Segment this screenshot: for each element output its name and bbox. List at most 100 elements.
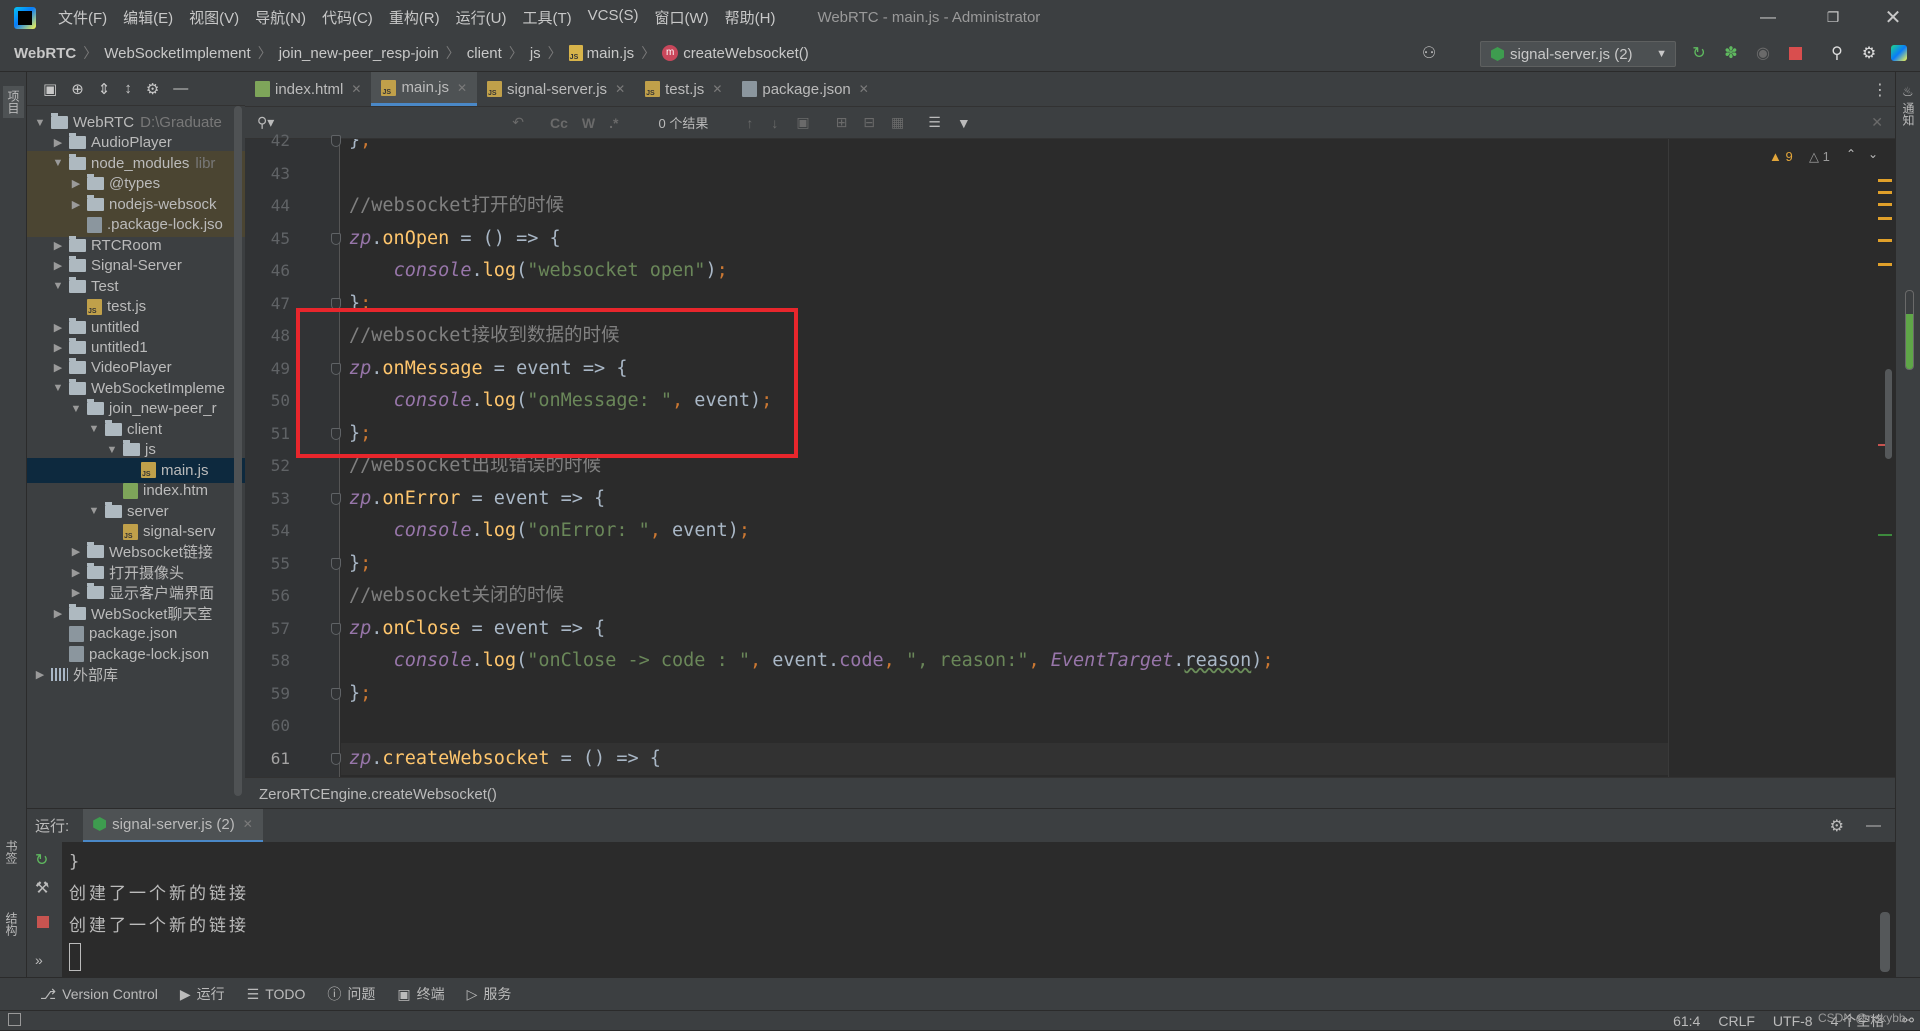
close-tab-icon[interactable]: ✕ xyxy=(243,817,253,831)
tree-collapsed-chevron-icon[interactable]: ▶ xyxy=(51,259,65,272)
project-tool-tab[interactable]: 项目 xyxy=(3,86,24,118)
restore-icon[interactable]: ❐ xyxy=(1810,0,1856,35)
fold-marker-icon[interactable] xyxy=(331,752,341,765)
run-tab[interactable]: signal-server.js (2) ✕ xyxy=(83,808,263,843)
toggle-tool-windows-icon[interactable] xyxy=(8,1013,21,1026)
match-case-toggle[interactable]: Cc xyxy=(550,115,568,131)
close-tab-icon[interactable]: ✕ xyxy=(859,82,869,96)
tree-expanded-chevron-icon[interactable]: ▼ xyxy=(51,382,65,394)
project-view-icon[interactable]: ▣ xyxy=(43,80,57,98)
warning-marker[interactable] xyxy=(1878,191,1892,194)
more-actions-icon[interactable]: » xyxy=(35,952,43,968)
close-find-icon[interactable]: ✕ xyxy=(1871,114,1883,131)
select-all-occurrences-icon[interactable]: ▣ xyxy=(796,114,809,131)
next-occurrence-icon[interactable]: ↓ xyxy=(771,115,778,131)
breadcrumb-item[interactable]: WebSocketImplement xyxy=(104,45,250,62)
console-input-caret[interactable] xyxy=(69,943,81,971)
tree-collapsed-chevron-icon[interactable]: ▶ xyxy=(69,566,83,579)
previous-problem-icon[interactable]: ⌃ xyxy=(1846,147,1856,161)
tree-collapsed-chevron-icon[interactable]: ▶ xyxy=(51,239,65,252)
menu-item[interactable]: 编辑(E) xyxy=(115,7,181,28)
console-scrollbar[interactable] xyxy=(1880,912,1890,972)
menu-item[interactable]: 运行(U) xyxy=(448,7,515,28)
tree-collapsed-chevron-icon[interactable]: ▶ xyxy=(69,545,83,558)
notifications-tool-tab[interactable]: 通知 xyxy=(1900,102,1917,126)
editor-tab[interactable]: main.js ✕ xyxy=(371,72,478,106)
stop-icon[interactable] xyxy=(37,916,49,928)
services-tab[interactable]: ▷ 服务 xyxy=(467,984,512,1004)
close-tab-icon[interactable]: ✕ xyxy=(457,81,467,95)
warning-marker[interactable] xyxy=(1878,179,1892,182)
regex-history-icon[interactable]: ↶ xyxy=(512,114,524,131)
settings-wrench-icon[interactable]: ⚒ xyxy=(35,878,49,898)
hide-panel-icon[interactable]: — xyxy=(173,80,188,97)
tree-collapsed-chevron-icon[interactable]: ▶ xyxy=(51,321,65,334)
tree-expanded-chevron-icon[interactable]: ▼ xyxy=(87,423,101,435)
add-selection-icon[interactable]: ⊞ xyxy=(836,114,848,131)
coverage-icon[interactable]: ◉ xyxy=(1754,44,1772,62)
editor-tab[interactable]: index.html ✕ xyxy=(245,72,371,106)
terminal-tab[interactable]: ▣ 终端 xyxy=(397,984,444,1004)
warning-marker[interactable] xyxy=(1878,239,1892,242)
options-gear-icon[interactable]: ⚙ xyxy=(146,80,159,98)
tree-collapsed-chevron-icon[interactable]: ▶ xyxy=(69,177,83,190)
change-marker[interactable] xyxy=(1878,534,1892,536)
tree-expanded-chevron-icon[interactable]: ▼ xyxy=(33,117,47,129)
fold-marker-icon[interactable] xyxy=(331,135,341,147)
minimize-icon[interactable]: — xyxy=(1745,0,1791,35)
tree-expanded-chevron-icon[interactable]: ▼ xyxy=(51,280,65,292)
editor-tab[interactable]: package.json ✕ xyxy=(732,72,878,106)
weak-warning-count-badge[interactable]: △ 1 xyxy=(1809,149,1830,165)
run-options-gear-icon[interactable]: ⚙ xyxy=(1830,816,1844,836)
fold-marker-icon[interactable] xyxy=(331,492,341,505)
close-window-icon[interactable]: ✕ xyxy=(1870,0,1916,35)
tree-collapsed-chevron-icon[interactable]: ▶ xyxy=(51,136,65,149)
rerun-icon[interactable]: ↻ xyxy=(1690,44,1708,62)
menu-item[interactable]: 工具(T) xyxy=(514,7,579,28)
tree-expanded-chevron-icon[interactable]: ▼ xyxy=(87,505,101,517)
menu-item[interactable]: 重构(R) xyxy=(381,7,448,28)
breadcrumb-item[interactable]: WebRTC xyxy=(14,45,76,62)
breadcrumb-item[interactable]: client xyxy=(467,45,502,62)
stop-icon[interactable] xyxy=(1786,44,1804,62)
search-everywhere-icon[interactable]: ⚲ xyxy=(1828,44,1846,62)
fold-marker-icon[interactable] xyxy=(331,622,341,635)
close-tab-icon[interactable]: ✕ xyxy=(712,82,722,96)
todo-tab[interactable]: ☰ TODO xyxy=(247,986,306,1003)
editor-tab[interactable]: test.js ✕ xyxy=(635,72,732,106)
fold-marker-icon[interactable] xyxy=(331,232,341,245)
filter-search-results-icon[interactable]: ☰ xyxy=(928,114,941,131)
user-account-icon[interactable]: ⚇ xyxy=(1420,44,1438,62)
menu-item[interactable]: 窗口(W) xyxy=(646,7,716,28)
tree-item[interactable]: ▶ 外部库 xyxy=(27,662,245,687)
previous-occurrence-icon[interactable]: ↑ xyxy=(746,115,753,131)
editor-breadcrumb[interactable]: ZeroRTCEngine.createWebsocket() xyxy=(245,777,1895,808)
tree-collapsed-chevron-icon[interactable]: ▶ xyxy=(69,586,83,599)
breadcrumb-item[interactable]: js xyxy=(530,45,541,62)
file-encoding[interactable]: UTF-8 xyxy=(1773,1013,1813,1029)
console-output[interactable]: } 创建了一个新的链接 创建了一个新的链接 xyxy=(63,842,1895,977)
editor-scrollbar[interactable] xyxy=(1885,369,1892,459)
notifications-bell-icon[interactable]: ♨ xyxy=(1902,84,1914,100)
webstorm-app-icon[interactable] xyxy=(14,6,36,29)
menu-item[interactable]: 文件(F) xyxy=(50,7,115,28)
tree-expanded-chevron-icon[interactable]: ▼ xyxy=(51,157,65,169)
bookmarks-tool-tab[interactable]: 书签 xyxy=(3,840,20,864)
structure-tool-tab[interactable]: 结构 xyxy=(3,912,20,936)
close-tab-icon[interactable]: ✕ xyxy=(351,82,361,96)
fold-marker-icon[interactable] xyxy=(331,687,341,700)
plugin-logo-icon[interactable] xyxy=(1890,44,1908,62)
code-editor[interactable]: }; //websocket打开的时候 zp.onOpen = () => { co… xyxy=(341,139,1668,777)
menu-item[interactable]: 帮助(H) xyxy=(717,7,784,28)
tab-more-icon[interactable]: ⋮ xyxy=(1872,80,1888,100)
expand-all-icon[interactable]: ⇕ xyxy=(98,80,111,98)
problems-tab[interactable]: ⓘ 问题 xyxy=(327,984,375,1004)
hide-run-panel-icon[interactable]: — xyxy=(1866,817,1881,834)
breadcrumb-item[interactable]: main.js xyxy=(568,45,634,62)
tree-expanded-chevron-icon[interactable]: ▼ xyxy=(105,444,119,456)
warning-marker[interactable] xyxy=(1878,203,1892,206)
menu-item[interactable]: 导航(N) xyxy=(247,7,314,28)
menu-item[interactable]: VCS(S) xyxy=(580,7,647,28)
warning-count-badge[interactable]: ▲ 9 xyxy=(1769,149,1793,164)
tree-collapsed-chevron-icon[interactable]: ▶ xyxy=(51,607,65,620)
